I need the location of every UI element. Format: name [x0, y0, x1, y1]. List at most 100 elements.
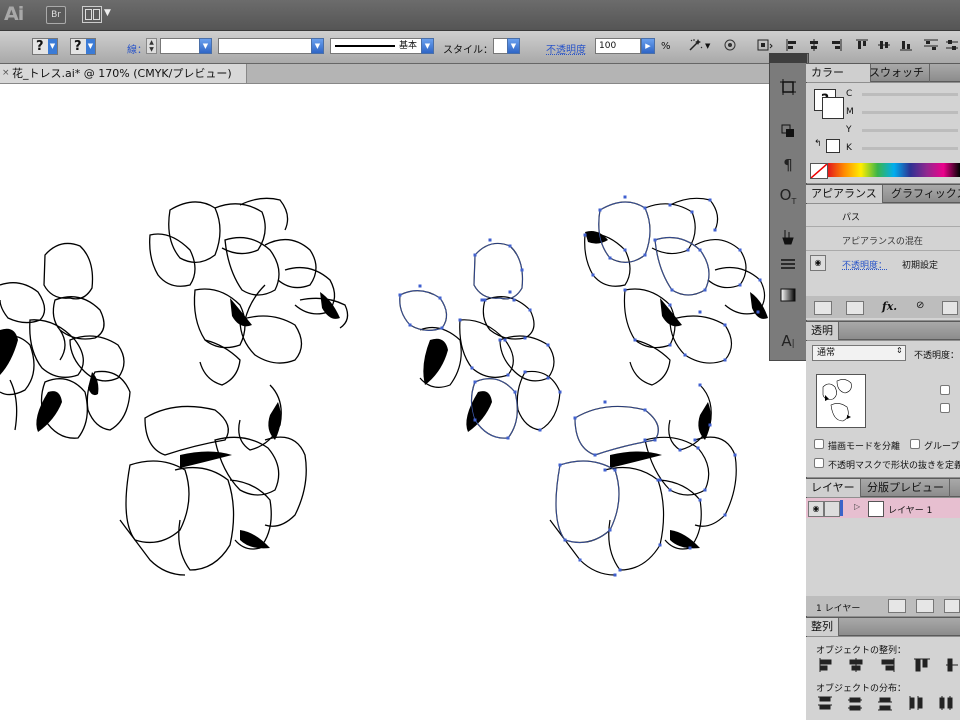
chevron-down-icon[interactable]: ▼	[86, 39, 95, 54]
tab-appearance[interactable]: アピアランス	[806, 185, 883, 203]
anchor-point[interactable]	[698, 383, 702, 387]
anchor-point[interactable]	[528, 308, 532, 312]
opentype-icon[interactable]: OT	[777, 184, 799, 206]
anchor-point[interactable]	[508, 290, 512, 294]
anchor-point[interactable]	[698, 498, 702, 502]
anchor-point[interactable]	[506, 373, 510, 377]
flower-artwork[interactable]	[0, 84, 805, 720]
stroke-weight-field[interactable]	[160, 38, 204, 54]
bridge-button[interactable]: Br	[46, 6, 66, 24]
stroke-panel-icon[interactable]	[777, 256, 799, 278]
new-sublayer-icon[interactable]	[944, 599, 960, 613]
anchor-point[interactable]	[558, 390, 562, 394]
anchor-point[interactable]	[703, 488, 707, 492]
brush-definition-field[interactable]: 基本	[330, 38, 430, 54]
tab-separations-preview[interactable]: 分版プレビュー	[862, 479, 950, 497]
swap-icon[interactable]: ↰	[814, 139, 822, 149]
gradient-icon[interactable]	[777, 286, 799, 308]
anchor-point[interactable]	[591, 273, 595, 277]
anchor-point[interactable]	[488, 238, 492, 242]
mask-define-knockout-checkbox[interactable]	[814, 458, 824, 468]
anchor-point[interactable]	[512, 298, 516, 302]
align-center-icon[interactable]	[807, 38, 821, 52]
fill-color-button[interactable]: ? ▼	[32, 38, 58, 55]
graphic-style-dropdown[interactable]: ▼	[507, 38, 520, 54]
anchor-point[interactable]	[693, 438, 697, 442]
variable-width-profile[interactable]	[218, 38, 318, 54]
anchor-point[interactable]	[758, 278, 762, 282]
anchor-point[interactable]	[603, 468, 607, 472]
anchor-point[interactable]	[658, 543, 662, 547]
opacity-dropdown[interactable]: ▶	[641, 38, 655, 54]
none-swatch[interactable]	[810, 163, 828, 179]
anchor-point[interactable]	[686, 248, 690, 252]
anchor-point[interactable]	[603, 400, 607, 404]
align-top-icon[interactable]	[855, 38, 869, 52]
anchor-point[interactable]	[583, 233, 587, 237]
chevron-down-icon[interactable]: ▼	[104, 8, 111, 18]
anchor-point[interactable]	[708, 198, 712, 202]
stroke-weight-stepper[interactable]: ▲ ▼	[146, 38, 157, 54]
locate-object-icon[interactable]	[888, 599, 906, 613]
anchor-point[interactable]	[618, 568, 622, 572]
anchor-point[interactable]	[723, 358, 727, 362]
stroke-color-button[interactable]: ? ▼	[70, 38, 96, 55]
clear-appearance-icon[interactable]: ⊘	[916, 300, 924, 311]
anchor-point[interactable]	[678, 448, 682, 452]
m-slider[interactable]	[862, 111, 958, 114]
arrange-documents-button[interactable]	[82, 6, 102, 23]
clip-checkbox[interactable]	[940, 385, 950, 395]
expand-triangle-icon[interactable]: ▷	[854, 502, 860, 511]
tab-graphic-styles[interactable]: グラフィックス	[886, 185, 960, 203]
opacity-mask-thumbnail[interactable]	[816, 374, 866, 428]
default-colors-swatch[interactable]	[826, 139, 840, 153]
anchor-point[interactable]	[623, 288, 627, 292]
anchor-point[interactable]	[498, 338, 502, 342]
c-slider[interactable]	[862, 93, 958, 96]
anchor-point[interactable]	[683, 353, 687, 357]
fx-icon[interactable]: fx.	[882, 300, 897, 313]
tab-transparency[interactable]: 透明	[806, 322, 839, 340]
distribute-center-icon[interactable]	[945, 38, 959, 52]
tab-layers[interactable]: レイヤー	[806, 479, 861, 497]
anchor-point[interactable]	[523, 370, 527, 374]
anchor-point[interactable]	[546, 376, 550, 380]
chevron-down-icon[interactable]: ▼	[705, 42, 710, 50]
anchor-point[interactable]	[458, 318, 462, 322]
anchor-point[interactable]	[690, 210, 694, 214]
anchor-point[interactable]	[688, 546, 692, 550]
stroke-swatch[interactable]	[822, 97, 844, 119]
chevron-updown-icon[interactable]: ⇕	[896, 346, 903, 355]
anchor-point[interactable]	[668, 343, 672, 347]
anchor-point[interactable]	[418, 284, 422, 288]
k-slider[interactable]	[862, 147, 958, 150]
character-icon[interactable]: A|	[777, 330, 799, 352]
brush-dropdown[interactable]: ▼	[421, 38, 434, 54]
invert-mask-checkbox[interactable]	[940, 403, 950, 413]
anchor-point[interactable]	[668, 488, 672, 492]
anchor-point[interactable]	[723, 513, 727, 517]
chevron-down-icon[interactable]: ▼	[48, 39, 57, 54]
anchor-point[interactable]	[623, 248, 627, 252]
blend-mode-select[interactable]: 通常	[812, 345, 906, 361]
anchor-point[interactable]	[546, 343, 550, 347]
profile-dropdown[interactable]: ▼	[311, 38, 324, 54]
anchor-point[interactable]	[713, 228, 717, 232]
anchor-point[interactable]	[483, 298, 487, 302]
anchor-point[interactable]	[668, 303, 672, 307]
layer-name[interactable]: レイヤー 1	[888, 503, 932, 516]
anchor-point[interactable]	[733, 453, 737, 457]
anchor-point[interactable]	[738, 248, 742, 252]
align-left-icon[interactable]	[785, 38, 799, 52]
lock-toggle[interactable]	[824, 501, 840, 517]
paragraph-icon[interactable]: ¶	[777, 154, 799, 176]
anchor-point[interactable]	[696, 446, 700, 450]
anchor-point[interactable]	[480, 298, 484, 302]
y-slider[interactable]	[862, 129, 958, 132]
make-clipping-mask-icon[interactable]	[916, 599, 934, 613]
anchor-point[interactable]	[723, 323, 727, 327]
close-icon[interactable]: ×	[2, 64, 10, 83]
align-to-icon[interactable]	[756, 38, 773, 52]
anchor-point[interactable]	[623, 195, 627, 199]
anchor-point[interactable]	[708, 423, 712, 427]
